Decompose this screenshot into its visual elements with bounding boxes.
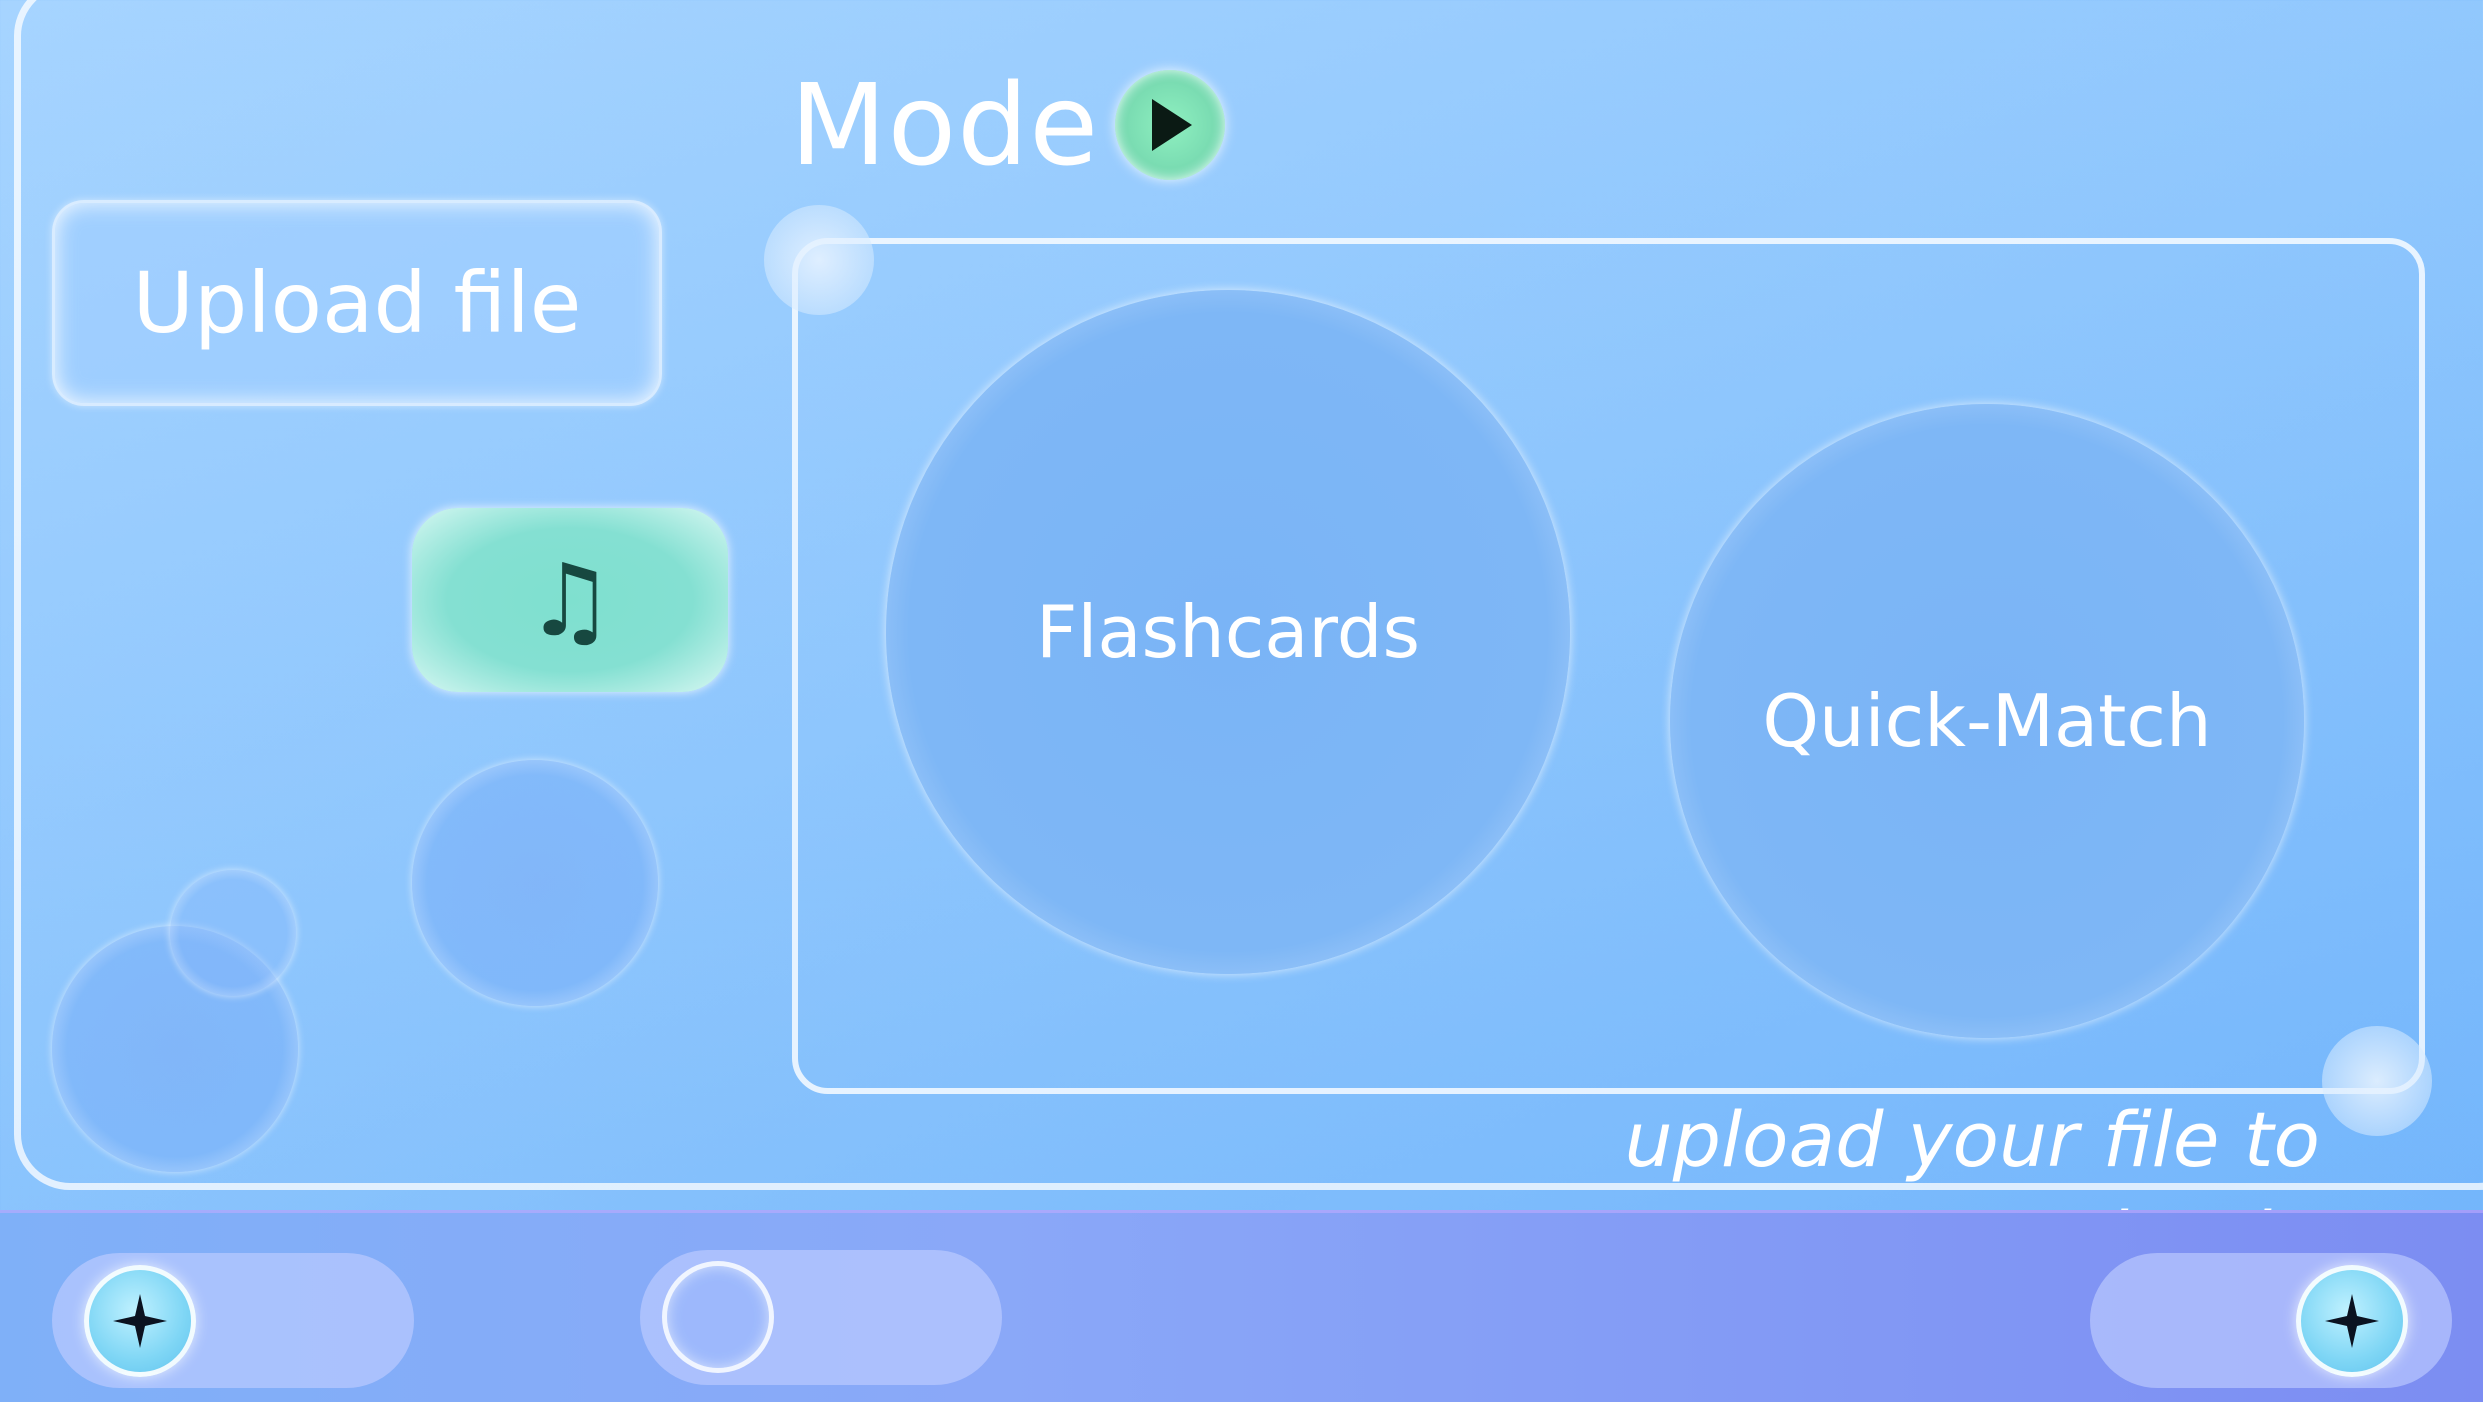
play-icon xyxy=(1152,99,1192,151)
music-note-icon: ♫ xyxy=(525,541,615,659)
bottom-pill-right[interactable] xyxy=(2090,1253,2452,1388)
round-button[interactable] xyxy=(412,760,658,1006)
bottom-pill-center[interactable] xyxy=(640,1250,1002,1385)
flashcards-label: Flashcards xyxy=(1036,590,1420,674)
upload-file-label: Upload file xyxy=(132,254,582,352)
four-point-star-icon xyxy=(2325,1294,2379,1348)
star-button-right[interactable] xyxy=(2296,1265,2408,1377)
four-point-star-icon xyxy=(113,1294,167,1348)
upload-file-button[interactable]: Upload file xyxy=(52,200,662,406)
bottom-bar xyxy=(0,1210,2483,1402)
star-button-left[interactable] xyxy=(84,1265,196,1377)
panel-corner-bubble-bottom xyxy=(2322,1026,2432,1136)
play-button[interactable] xyxy=(1115,70,1225,180)
mode-title: Mode xyxy=(790,61,1100,191)
quick-match-mode-button[interactable]: Quick-Match xyxy=(1670,404,2304,1038)
music-button[interactable]: ♫ xyxy=(412,508,728,692)
quick-match-label: Quick-Match xyxy=(1762,679,2212,763)
panel-corner-bubble-top xyxy=(764,205,874,315)
bottom-pill-left[interactable] xyxy=(52,1253,414,1388)
decorative-bubble-small xyxy=(170,870,296,996)
ring-toggle[interactable] xyxy=(662,1261,774,1373)
flashcards-mode-button[interactable]: Flashcards xyxy=(886,290,1570,974)
